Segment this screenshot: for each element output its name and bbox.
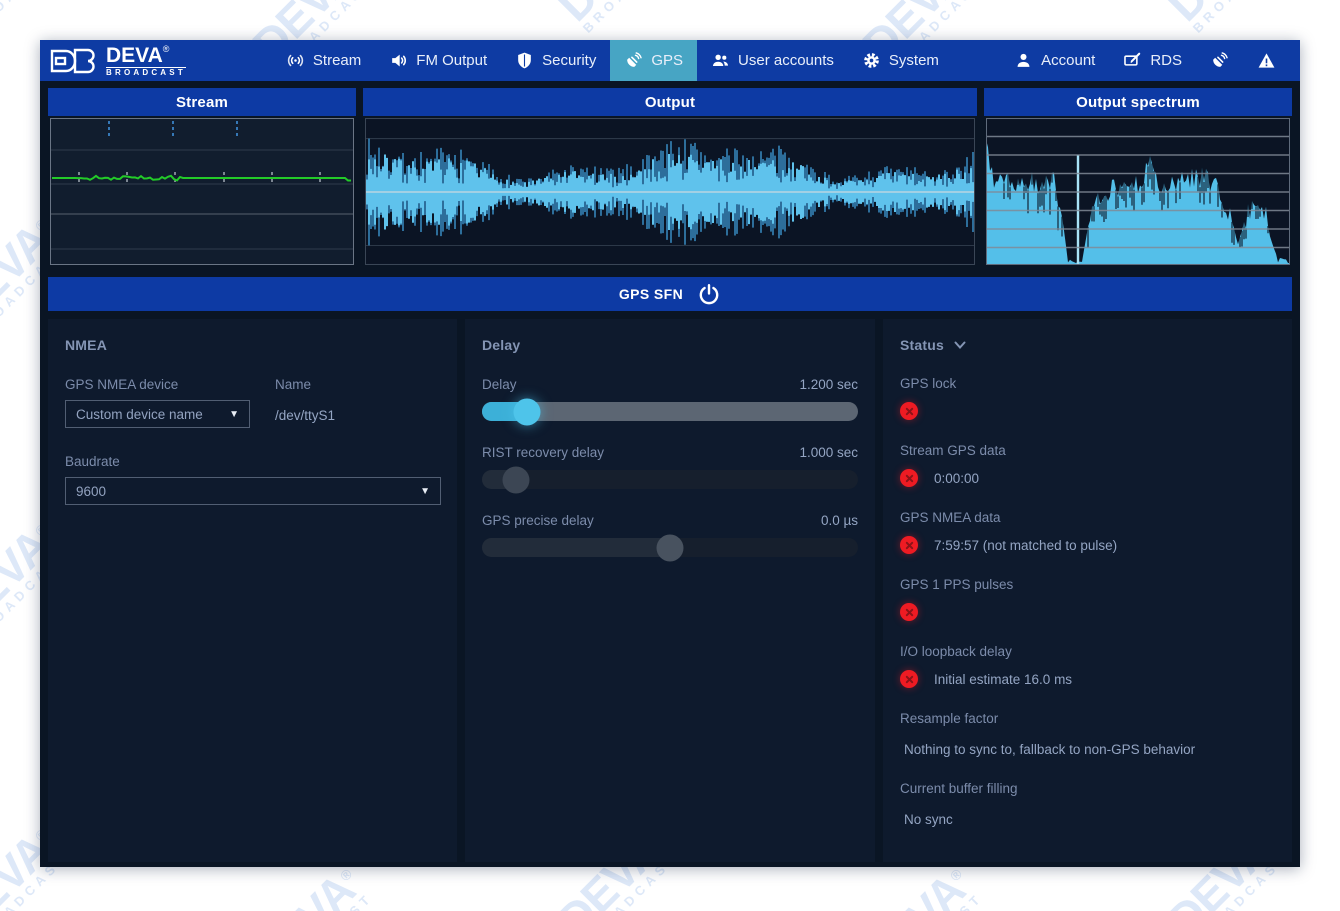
- output-meter-panel: Output: [363, 88, 977, 267]
- status-item-gps-1pps-pulses: GPS 1 PPS pulses: [900, 577, 1275, 621]
- nmea-panel: NMEA GPS NMEA device Custom device name …: [48, 319, 457, 862]
- nav-label: FM Output: [416, 52, 487, 69]
- slider-fill: [482, 538, 670, 557]
- gps-precise-delay-label: GPS precise delay: [482, 513, 594, 528]
- output-waveform-chart: [363, 116, 977, 267]
- speaker-icon: [389, 51, 408, 70]
- power-icon[interactable]: [697, 282, 721, 306]
- deva-logo: DEVA® BROADCAST: [40, 40, 186, 81]
- spectrum-meter-title: Output spectrum: [984, 88, 1292, 116]
- gear-icon: [862, 51, 881, 70]
- spectrum-meter-panel: Output spectrum: [984, 88, 1292, 267]
- nav-label: System: [889, 52, 939, 69]
- delay-title: Delay: [482, 337, 858, 353]
- status-panel: Status GPS lock Stream GPS data: [883, 319, 1292, 862]
- error-x-icon: [900, 670, 918, 688]
- status-item-gps-lock: GPS lock: [900, 376, 1275, 420]
- nav-item-system[interactable]: System: [848, 40, 953, 81]
- satellite-dish-icon: [1210, 51, 1229, 70]
- warning-icon: [1257, 51, 1276, 70]
- delay-slider-value: 1.200 sec: [799, 377, 858, 392]
- status-item-io-loopback-delay: I/O loopback delay Initial estimate 16.0…: [900, 644, 1275, 688]
- chevron-down-icon: [953, 338, 967, 352]
- error-x-icon: [900, 402, 918, 420]
- nmea-title: NMEA: [65, 337, 440, 353]
- delay-slider[interactable]: [482, 402, 858, 421]
- status-item-resample-factor: Resample factor Nothing to sync to, fall…: [900, 711, 1275, 758]
- gps-precise-delay-value: 0.0 µs: [821, 513, 858, 528]
- nav-label: RDS: [1150, 52, 1182, 69]
- nav-item-user-accounts[interactable]: User accounts: [697, 40, 848, 81]
- nav-gps-status-icon[interactable]: [1196, 40, 1243, 81]
- meters-row: Stream Output Output spectrum: [48, 88, 1292, 267]
- output-spectrum-chart: [984, 116, 1292, 267]
- nav-alarm-indicator[interactable]: [1243, 40, 1290, 81]
- content-row: NMEA GPS NMEA device Custom device name …: [48, 319, 1292, 862]
- slider-thumb[interactable]: [657, 534, 684, 561]
- nav-items: Stream FM Output Security: [272, 40, 953, 81]
- chevron-down-icon: ▼: [229, 409, 239, 420]
- chevron-down-icon: ▼: [420, 486, 430, 497]
- edit-icon: [1123, 51, 1142, 70]
- nav-label: Account: [1041, 52, 1095, 69]
- gps-precise-delay-slider-group: GPS precise delay 0.0 µs: [482, 513, 858, 557]
- output-meter-title: Output: [363, 88, 977, 116]
- nav-item-account[interactable]: Account: [1000, 40, 1109, 81]
- baudrate-value: 9600: [76, 484, 106, 499]
- top-navbar: DEVA® BROADCAST Stream FM Output: [40, 40, 1300, 81]
- gps-precise-delay-slider[interactable]: [482, 538, 858, 557]
- user-icon: [1014, 51, 1033, 70]
- delay-slider-group: Delay 1.200 sec: [482, 377, 858, 421]
- error-x-icon: [900, 603, 918, 621]
- status-item-stream-gps-data: Stream GPS data 0:00:00: [900, 443, 1275, 487]
- gps-sfn-label: GPS SFN: [619, 286, 683, 302]
- rist-recovery-delay-slider[interactable]: [482, 470, 858, 489]
- nav-label: User accounts: [738, 52, 834, 69]
- nav-item-security[interactable]: Security: [501, 40, 610, 81]
- baudrate-label: Baudrate: [65, 454, 440, 469]
- status-item-gps-nmea-data: GPS NMEA data 7:59:57 (not matched to pu…: [900, 510, 1275, 554]
- nav-item-stream[interactable]: Stream: [272, 40, 375, 81]
- app-window: DEVA® BROADCAST Stream FM Output: [40, 40, 1300, 867]
- satellite-dish-icon: [624, 51, 643, 70]
- rist-recovery-delay-slider-group: RIST recovery delay 1.000 sec: [482, 445, 858, 489]
- status-title: Status: [900, 337, 944, 353]
- logo-subtext: BROADCAST: [106, 67, 186, 77]
- baudrate-select[interactable]: 9600 ▼: [65, 477, 441, 505]
- name-label: Name: [275, 377, 335, 392]
- nav-label: Security: [542, 52, 596, 69]
- nav-label: Stream: [313, 52, 361, 69]
- stream-meter-title: Stream: [48, 88, 356, 116]
- rist-recovery-delay-label: RIST recovery delay: [482, 445, 604, 460]
- nav-item-rds[interactable]: RDS: [1109, 40, 1196, 81]
- slider-thumb[interactable]: [502, 466, 529, 493]
- nav-item-gps[interactable]: GPS: [610, 40, 697, 81]
- gps-nmea-device-value: Custom device name: [76, 407, 203, 422]
- error-x-icon: [900, 469, 918, 487]
- delay-slider-label: Delay: [482, 377, 517, 392]
- slider-thumb[interactable]: [514, 398, 541, 425]
- status-header[interactable]: Status: [900, 337, 1275, 353]
- nav-right: Account RDS: [1000, 40, 1300, 81]
- shield-icon: [515, 51, 534, 70]
- gps-nmea-device-label: GPS NMEA device: [65, 377, 275, 392]
- broadcast-icon: [286, 51, 305, 70]
- gps-nmea-device-select[interactable]: Custom device name ▼: [65, 400, 250, 428]
- nav-item-fm-output[interactable]: FM Output: [375, 40, 501, 81]
- logo-text: DEVA: [106, 44, 163, 67]
- device-name-value: /dev/ttyS1: [275, 408, 335, 423]
- status-item-current-buffer-filling: Current buffer filling No sync: [900, 781, 1275, 828]
- stream-meter-panel: Stream: [48, 88, 356, 267]
- error-x-icon: [900, 536, 918, 554]
- rist-recovery-delay-value: 1.000 sec: [799, 445, 858, 460]
- delay-panel: Delay Delay 1.200 sec RIST recovery dela…: [465, 319, 875, 862]
- nav-label: GPS: [651, 52, 683, 69]
- users-icon: [711, 51, 730, 70]
- stream-waveform-chart: [48, 116, 356, 267]
- db-logo-mark: [49, 47, 101, 75]
- gps-sfn-bar: GPS SFN: [48, 277, 1292, 311]
